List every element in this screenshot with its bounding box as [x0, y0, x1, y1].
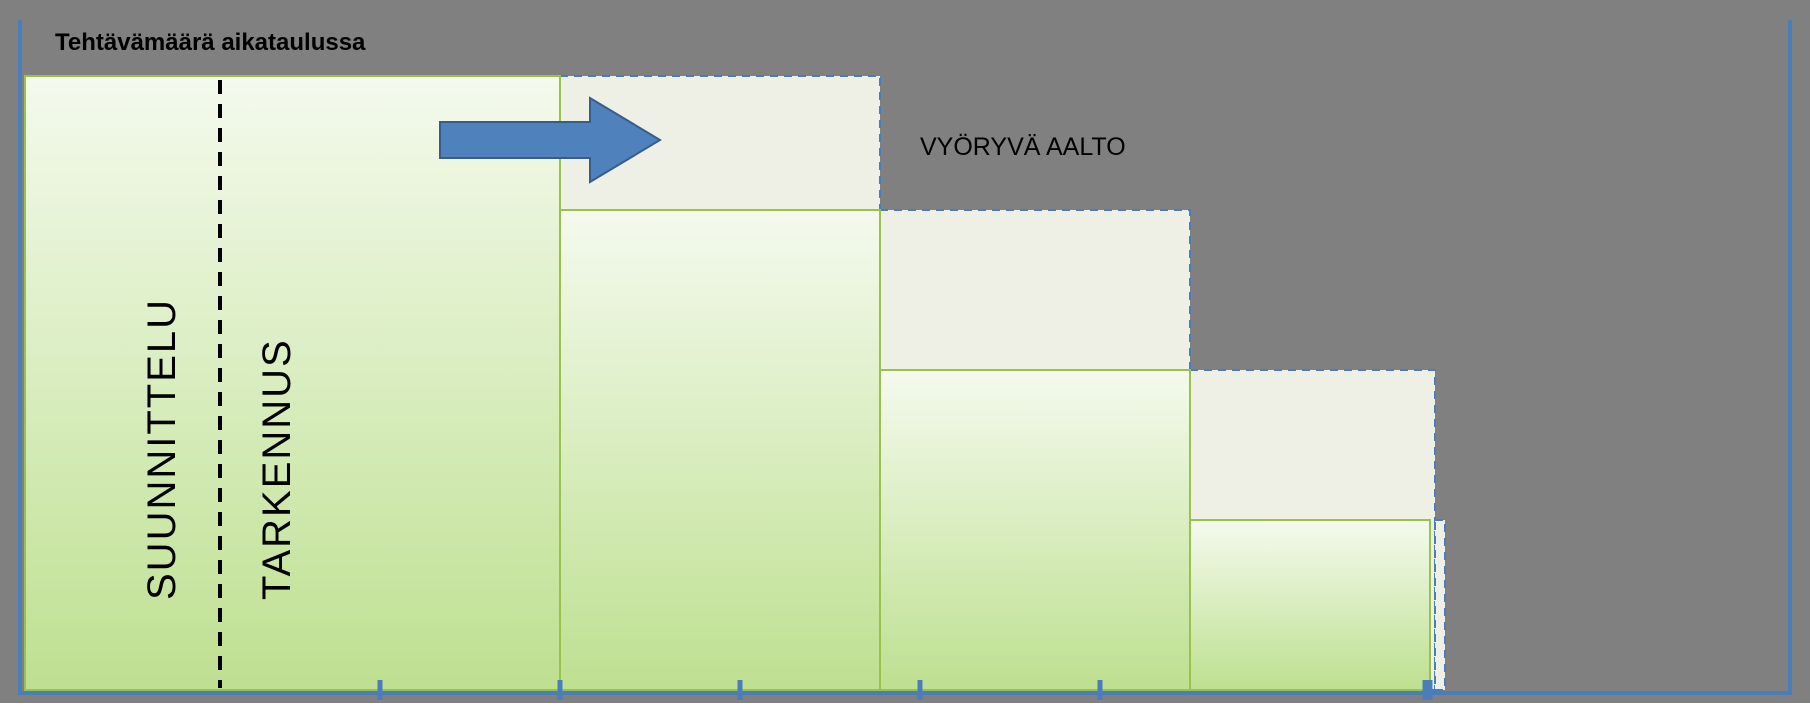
col2-label: TARKENNUS [255, 338, 299, 600]
diagram-svg: SUUNNITTELU TARKENNUS VYÖRYVÄ AALTO Teht… [0, 0, 1810, 703]
chart-title: Tehtävämäärä aikataulussa [55, 29, 366, 56]
col1-label: SUUNNITTELU [140, 298, 184, 600]
wave-annotation: VYÖRYVÄ AALTO [920, 133, 1126, 161]
solid-bar [1190, 520, 1430, 690]
dashed-bar [1435, 520, 1445, 690]
solid-bar [880, 370, 1190, 690]
diagram-canvas: SUUNNITTELU TARKENNUS VYÖRYVÄ AALTO Teht… [0, 0, 1810, 703]
solid-bar [560, 210, 880, 690]
